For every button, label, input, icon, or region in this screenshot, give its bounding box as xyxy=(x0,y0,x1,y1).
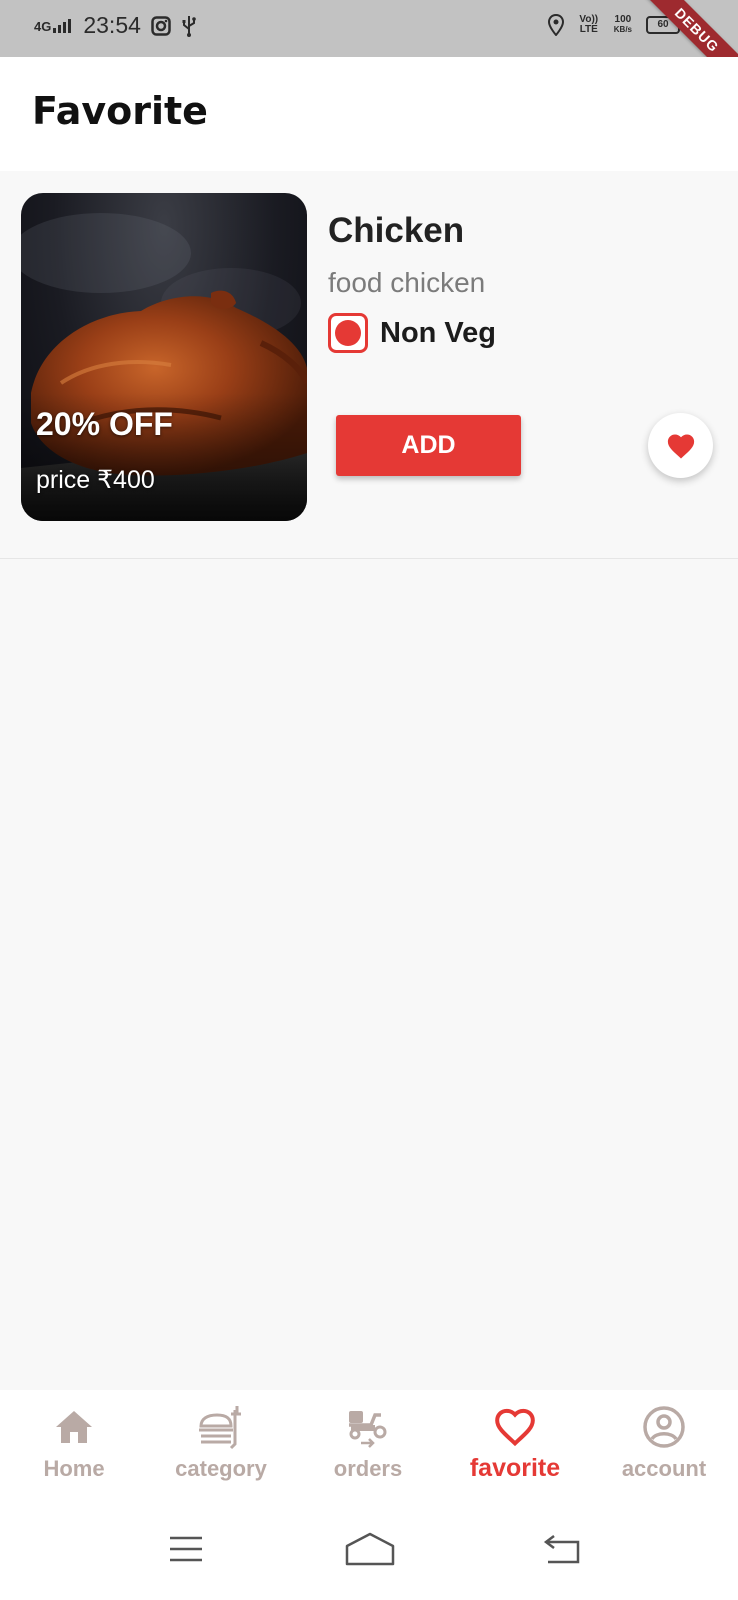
favorite-item[interactable]: 20% OFF price ₹400 Chicken food chicken … xyxy=(0,171,738,559)
back-icon xyxy=(543,1535,580,1564)
item-name: Chicken xyxy=(328,211,465,250)
account-circle-icon xyxy=(642,1404,686,1450)
home-button[interactable] xyxy=(340,1524,400,1574)
nav-item-account[interactable]: account xyxy=(590,1390,738,1502)
network-indicator: 4G xyxy=(34,18,72,34)
page-title: Favorite xyxy=(32,89,208,133)
bottom-nav: Home category orders favorite account xyxy=(0,1390,738,1502)
status-bar: 4G 23:54 Vo)) LTE 100 KB/s 60 xyxy=(0,0,738,57)
heart-filled-icon xyxy=(667,434,694,458)
status-left: 4G 23:54 xyxy=(34,12,197,39)
delivery-scooter-icon xyxy=(345,1404,391,1450)
nav-item-category[interactable]: category xyxy=(147,1390,295,1502)
recent-apps-button[interactable] xyxy=(156,1524,216,1574)
price-label: price ₹400 xyxy=(36,466,155,494)
add-button[interactable]: ADD xyxy=(336,415,521,476)
speed-unit: KB/s xyxy=(613,25,632,34)
instagram-icon xyxy=(151,15,171,36)
screen: 4G 23:54 Vo)) LTE 100 KB/s 60 DEBUG Favo… xyxy=(0,0,738,1600)
back-button[interactable] xyxy=(532,1524,592,1574)
home-icon xyxy=(54,1404,94,1450)
network-speed: 100 KB/s xyxy=(614,15,632,35)
menu-icon xyxy=(170,1536,202,1562)
heart-outline-icon xyxy=(493,1404,537,1450)
nav-item-favorite[interactable]: favorite xyxy=(441,1390,589,1502)
discount-label: 20% OFF xyxy=(36,406,173,442)
volte-indicator: Vo)) LTE xyxy=(579,14,599,35)
network-type: 4G xyxy=(34,18,52,34)
nav-label-favorite: favorite xyxy=(469,1454,561,1482)
status-right: Vo)) LTE 100 KB/s 60 xyxy=(547,14,683,36)
system-nav-bar xyxy=(0,1502,738,1600)
nav-label-category: category xyxy=(175,1456,267,1481)
nav-label-home: Home xyxy=(43,1456,105,1481)
status-time: 23:54 xyxy=(83,12,141,38)
nav-label-account: account xyxy=(621,1456,707,1481)
food-type-label: Non Veg xyxy=(380,316,497,349)
nav-label-orders: orders xyxy=(333,1456,403,1481)
food-tray-icon xyxy=(197,1404,245,1450)
nav-item-home[interactable]: Home xyxy=(0,1390,148,1502)
speed-value: 100 xyxy=(614,14,632,25)
food-image[interactable]: 20% OFF price ₹400 xyxy=(21,193,307,521)
usb-icon xyxy=(182,15,196,37)
non-veg-icon xyxy=(328,313,368,353)
food-type: Non Veg xyxy=(328,313,496,353)
nav-item-orders[interactable]: orders xyxy=(294,1390,442,1502)
system-home-icon xyxy=(345,1532,395,1566)
favorite-toggle-button[interactable] xyxy=(648,413,713,478)
location-icon xyxy=(547,14,564,36)
item-description: food chicken xyxy=(328,267,486,298)
signal-icon xyxy=(53,18,72,33)
app-bar: Favorite xyxy=(0,57,738,171)
